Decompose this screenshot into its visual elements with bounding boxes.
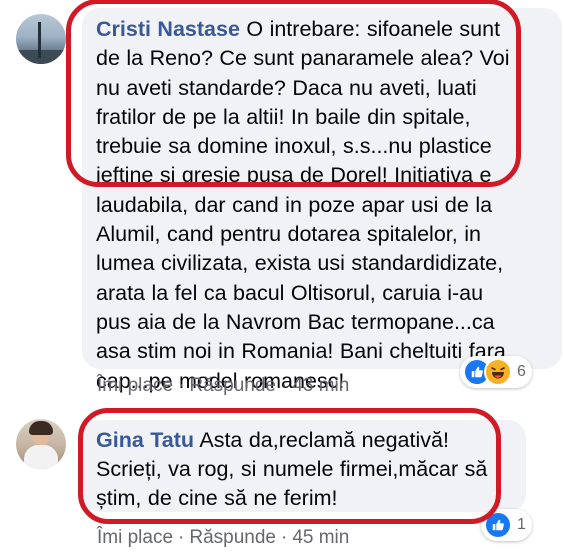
separator: · (280, 375, 288, 396)
like-icon (484, 511, 512, 539)
separator: · (280, 527, 288, 548)
avatar-photo-hair (29, 421, 53, 435)
avatar-photo-figure (38, 22, 41, 58)
haha-icon (484, 358, 512, 386)
comment-timestamp[interactable]: 43 min (292, 375, 349, 396)
comment-text: Cristi Nastase O intrebare: sifoanele su… (96, 8, 548, 396)
reaction-count: 6 (517, 363, 526, 380)
separator: · (178, 527, 185, 548)
reply-button[interactable]: Răspunde (189, 375, 276, 396)
comment-text: Gina Tatu Asta da,reclamă negativă! Scri… (96, 420, 512, 513)
reaction-count: 1 (517, 516, 526, 533)
comment-actions: Îmi place · Răspunde · 45 min (97, 527, 349, 549)
avatar-photo-body (24, 445, 58, 469)
comment-author-link[interactable]: Cristi Nastase (96, 17, 240, 41)
avatar[interactable] (16, 14, 66, 64)
like-button[interactable]: Îmi place (97, 375, 173, 396)
reactions-summary[interactable]: 6 (460, 356, 532, 388)
avatar-photo-ground (16, 50, 66, 64)
comment-bubble: Cristi Nastase O intrebare: sifoanele su… (82, 8, 562, 393)
like-button[interactable]: Îmi place (97, 527, 173, 548)
comment-bubble: Gina Tatu Asta da,reclamă negativă! Scri… (82, 420, 526, 512)
comment-author-link[interactable]: Gina Tatu (96, 428, 194, 452)
comment-actions: Îmi place · Răspunde · 43 min (97, 375, 349, 397)
comment-body: O intrebare: sifoanele sunt de la Reno? … (96, 17, 510, 393)
reactions-summary[interactable]: 1 (481, 509, 532, 541)
separator: · (178, 375, 185, 396)
avatar[interactable] (16, 419, 66, 469)
comment-timestamp[interactable]: 45 min (292, 527, 349, 548)
reply-button[interactable]: Răspunde (189, 527, 276, 548)
